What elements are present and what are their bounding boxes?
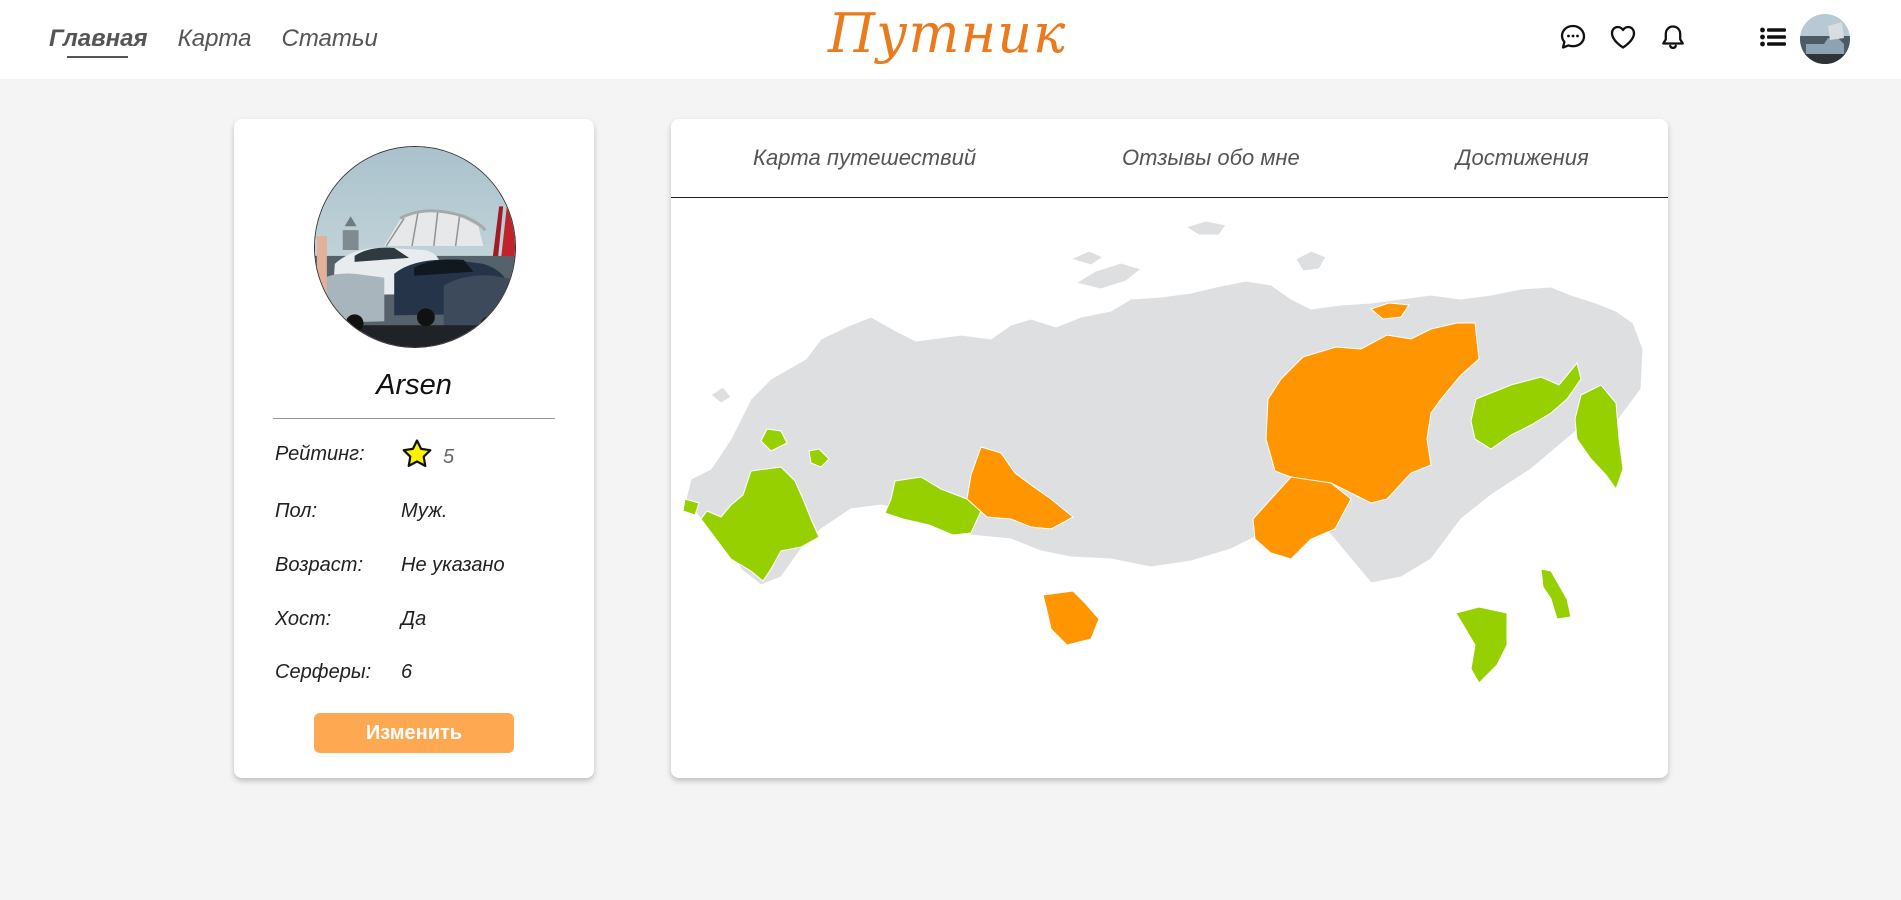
gender-label: Пол: — [275, 500, 318, 522]
russia-map — [671, 199, 1668, 778]
age-row: Возраст: Не указано — [275, 550, 565, 580]
edit-profile-button[interactable]: Изменить — [314, 713, 514, 753]
rating-value: 5 — [443, 445, 455, 468]
rating-value-wrap: 5 — [401, 438, 454, 475]
tab-achievements[interactable]: Достижения — [1456, 143, 1589, 173]
map-region[interactable] — [1069, 250, 1105, 266]
surfers-value: 6 — [401, 661, 413, 683]
host-value: Да — [401, 608, 427, 630]
map-region-planned[interactable] — [1540, 568, 1572, 620]
surfers-row: Серферы: 6 — [275, 657, 565, 687]
list-menu-icon[interactable] — [1758, 22, 1788, 52]
map-region[interactable] — [710, 386, 732, 404]
profile-photo — [314, 146, 516, 348]
travel-map-card: Карта путешествий Отзывы обо мне Достиже… — [671, 119, 1668, 778]
nav-home[interactable]: Главная — [49, 24, 148, 58]
site-logo[interactable]: Путник — [828, 2, 1066, 66]
tab-reviews[interactable]: Отзывы обо мне — [1122, 143, 1300, 173]
russia-map-svg — [682, 220, 1644, 684]
header-avatar[interactable] — [1800, 14, 1850, 64]
gender-row: Пол: Муж. — [275, 496, 565, 526]
map-region-visited[interactable] — [1042, 590, 1100, 646]
tab-travel-map[interactable]: Карта путешествий — [753, 143, 976, 173]
star-icon — [401, 438, 433, 475]
gender-value: Муж. — [401, 500, 448, 522]
age-label: Возраст: — [275, 554, 363, 576]
profile-tabs: Карта путешествий Отзывы обо мне Достиже… — [671, 119, 1668, 198]
map-region[interactable] — [1295, 250, 1327, 272]
nav-articles[interactable]: Статьи — [282, 24, 378, 54]
profile-divider — [273, 418, 555, 419]
map-region[interactable] — [1074, 262, 1143, 290]
host-row: Хост: Да — [275, 604, 565, 634]
nav-map[interactable]: Карта — [178, 24, 252, 54]
chat-icon[interactable] — [1558, 22, 1588, 52]
rating-row: Рейтинг: 5 — [275, 439, 565, 469]
bell-icon[interactable] — [1658, 22, 1688, 52]
heart-icon[interactable] — [1608, 22, 1638, 52]
top-header: Главная Карта Статьи Путник — [0, 0, 1901, 79]
map-region[interactable] — [1184, 220, 1227, 236]
map-region-planned[interactable] — [1455, 606, 1508, 684]
age-value: Не указано — [401, 554, 505, 576]
profile-name: Arsen — [376, 369, 452, 401]
profile-card: Arsen Рейтинг: 5 Пол: Муж. Возраст: Не у… — [234, 119, 594, 778]
main-nav: Главная Карта Статьи — [49, 24, 378, 58]
surfers-label: Серферы: — [275, 661, 372, 683]
rating-label: Рейтинг: — [275, 443, 365, 465]
host-label: Хост: — [275, 608, 332, 630]
